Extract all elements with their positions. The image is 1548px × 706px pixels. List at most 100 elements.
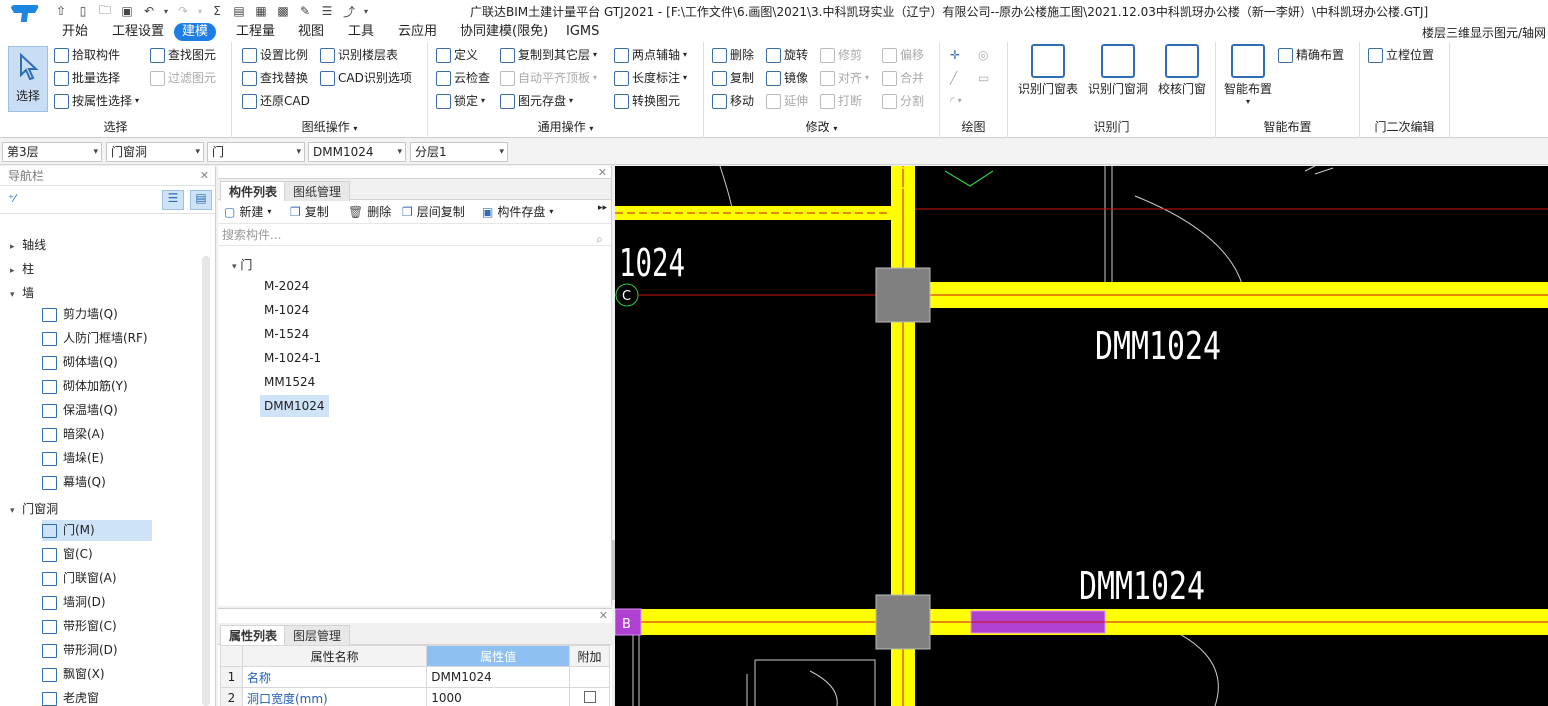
report-icon[interactable]: ▤ [230, 2, 248, 20]
component-search-input[interactable]: 搜索构件... [218, 224, 611, 246]
tab-project-settings[interactable]: 工程设置 [104, 23, 172, 41]
tree-axis[interactable]: ▸ 轴线 [10, 236, 46, 253]
search-icon[interactable]: ⌕ [596, 232, 603, 247]
nav-item-wall-pier[interactable]: 墙垛(E) [42, 448, 110, 469]
customize-dropdown-icon[interactable]: ▾ [362, 2, 370, 20]
define-button[interactable]: 定义 [436, 45, 478, 65]
component-item[interactable]: M-1524 [260, 323, 313, 345]
break-button[interactable]: 打断 [820, 91, 862, 111]
close-icon[interactable]: ✕ [599, 609, 608, 622]
nav-item-dormer[interactable]: 老虎窗 [42, 688, 105, 706]
copy-button[interactable]: 复制 [712, 68, 754, 88]
offset-button[interactable]: 偏移 [882, 45, 924, 65]
door-label-partial[interactable]: 1024 [619, 241, 685, 285]
auto-align-top-button[interactable]: 自动平齐顶板 ▾ [500, 68, 597, 88]
category-select[interactable]: 门窗洞 ▾ [106, 142, 204, 162]
tab-property-list[interactable]: 属性列表 [220, 625, 287, 645]
cad-drawing[interactable]: C B 1024 DMM1024 DMM1024 [615, 166, 1548, 706]
frame-position-button[interactable]: 立樘位置 [1368, 45, 1434, 65]
undo-dropdown-icon[interactable]: ▾ [162, 2, 170, 20]
property-value[interactable]: 1000 [426, 687, 570, 706]
close-icon[interactable]: ✕ [200, 166, 209, 186]
tab-start[interactable]: 开始 [54, 23, 96, 41]
column[interactable] [875, 267, 931, 323]
trim-button[interactable]: 修剪 [820, 45, 862, 65]
door-label[interactable]: DMM1024 [1095, 324, 1221, 368]
align-button[interactable]: 对齐 ▾ [820, 68, 869, 88]
component-item[interactable]: MM1524 [260, 371, 319, 393]
tree-door-window[interactable]: ▾ 门窗洞 [10, 500, 58, 517]
layer-select[interactable]: 分层1 ▾ [410, 142, 508, 162]
nav-item-strip-window[interactable]: 带形窗(C) [42, 616, 123, 637]
recognize-door-opening-button[interactable]: 识别门窗洞 [1086, 44, 1150, 97]
common-ops-label[interactable]: 通用操作 ▾ [428, 118, 703, 135]
draw-rect-button[interactable]: ▭ [978, 68, 989, 88]
extend-button[interactable]: 延伸 [766, 91, 808, 111]
find-element-button[interactable]: 查找图元 [150, 45, 216, 65]
tab-quantity[interactable]: 工程量 [228, 23, 283, 41]
merge-button[interactable]: 合并 [882, 68, 924, 88]
list-view-icon[interactable]: ☰ [162, 190, 184, 210]
tab-component-list[interactable]: 构件列表 [220, 181, 287, 201]
property-value[interactable]: DMM1024 [426, 666, 570, 688]
nav-item-insulation-wall[interactable]: 保温墙(Q) [42, 400, 124, 421]
tab-drawing-management[interactable]: 图纸管理 [284, 181, 351, 201]
detail-view-icon[interactable]: ▤ [190, 190, 212, 210]
split-button[interactable]: 分割 [882, 91, 924, 111]
batch-select-button[interactable]: 批量选择 [54, 68, 120, 88]
floor-copy-button[interactable]: ❐ 层间复制 [402, 203, 465, 220]
check-door-button[interactable]: 校核门窗 [1154, 44, 1210, 97]
nav-item-masonry-rebar[interactable]: 砌体加筋(Y) [42, 376, 134, 397]
more-icon[interactable]: ▸▸ [598, 203, 607, 213]
redo-dropdown-icon[interactable]: ▾ [196, 2, 204, 20]
draw-point-button[interactable]: ✛ [950, 45, 960, 65]
component-item-selected[interactable]: DMM1024 [260, 395, 329, 417]
nav-item-civil-defense-wall[interactable]: 人防门框墙(RF) [42, 328, 154, 349]
nav-item-bay-window[interactable]: 飘窗(X) [42, 664, 111, 685]
nav-item-hidden-beam[interactable]: 暗梁(A) [42, 424, 111, 445]
save-icon[interactable]: ▣ [118, 2, 136, 20]
component-item[interactable]: M-1024 [260, 299, 313, 321]
extra-checkbox[interactable] [583, 690, 596, 703]
undo-icon[interactable]: ↶ [140, 2, 158, 20]
table-icon[interactable]: ▦ [252, 2, 270, 20]
component-group-door[interactable]: ▾ 门 [232, 256, 252, 273]
layers-icon[interactable]: ☰ [318, 2, 336, 20]
copy-to-floor-button[interactable]: 复制到其它层 ▾ [500, 45, 597, 65]
new-file-icon[interactable]: ▯ [74, 2, 92, 20]
table-row[interactable]: 2 洞口宽度(mm) 1000 [220, 687, 610, 706]
select-button[interactable]: 选择 [8, 46, 48, 112]
convert-element-button[interactable]: 转换图元 [614, 91, 680, 111]
type-select[interactable]: 门 ▾ [207, 142, 305, 162]
nav-item-shear-wall[interactable]: 剪力墙(Q) [42, 304, 124, 325]
tab-igms[interactable]: IGMS [558, 23, 607, 41]
delete-button[interactable]: 删除 [712, 45, 754, 65]
move-button[interactable]: 移动 [712, 91, 754, 111]
drawing-ops-label[interactable]: 图纸操作 ▾ [232, 118, 427, 135]
select-by-property-button[interactable]: 按属性选择 ▾ [54, 91, 139, 111]
drawing-canvas[interactable]: C B 1024 DMM1024 DMM1024 [615, 166, 1548, 706]
new-button[interactable]: ▢ 新建 ▾ [224, 203, 271, 220]
nav-scrollbar[interactable] [202, 256, 210, 706]
restore-cad-button[interactable]: 还原CAD [242, 91, 310, 111]
lock-button[interactable]: 锁定 ▾ [436, 91, 485, 111]
two-point-axis-button[interactable]: 两点辅轴 ▾ [614, 45, 687, 65]
tab-collab[interactable]: 协同建模(限免) [452, 23, 556, 41]
save-component-button[interactable]: ▣ 构件存盘 ▾ [482, 203, 553, 220]
open-file-icon[interactable]: ⇧ [52, 2, 70, 20]
table-row[interactable]: 1 名称 DMM1024 [220, 666, 610, 688]
save-element-button[interactable]: 图元存盘 ▾ [500, 91, 573, 111]
nav-item-wall-opening[interactable]: 墙洞(D) [42, 592, 112, 613]
mirror-button[interactable]: 镜像 [766, 68, 808, 88]
recognize-door-table-button[interactable]: 识别门窗表 [1016, 44, 1080, 97]
nav-item-door[interactable]: 门(M) [42, 520, 152, 541]
display-hint[interactable]: 楼层三维显示图元/轴网 [1422, 24, 1546, 41]
component-item[interactable]: M-1024-1 [260, 347, 325, 369]
component-select[interactable]: DMM1024 ▾ [308, 142, 406, 162]
close-icon[interactable]: ✕ [598, 166, 607, 179]
delete-component-button[interactable]: 🗑 删除 [348, 203, 391, 220]
tab-cloud[interactable]: 云应用 [390, 23, 445, 41]
grid-icon[interactable]: ▩ [274, 2, 292, 20]
export-icon[interactable]: ⤴ [340, 2, 358, 20]
tree-column[interactable]: ▸ 柱 [10, 260, 34, 277]
